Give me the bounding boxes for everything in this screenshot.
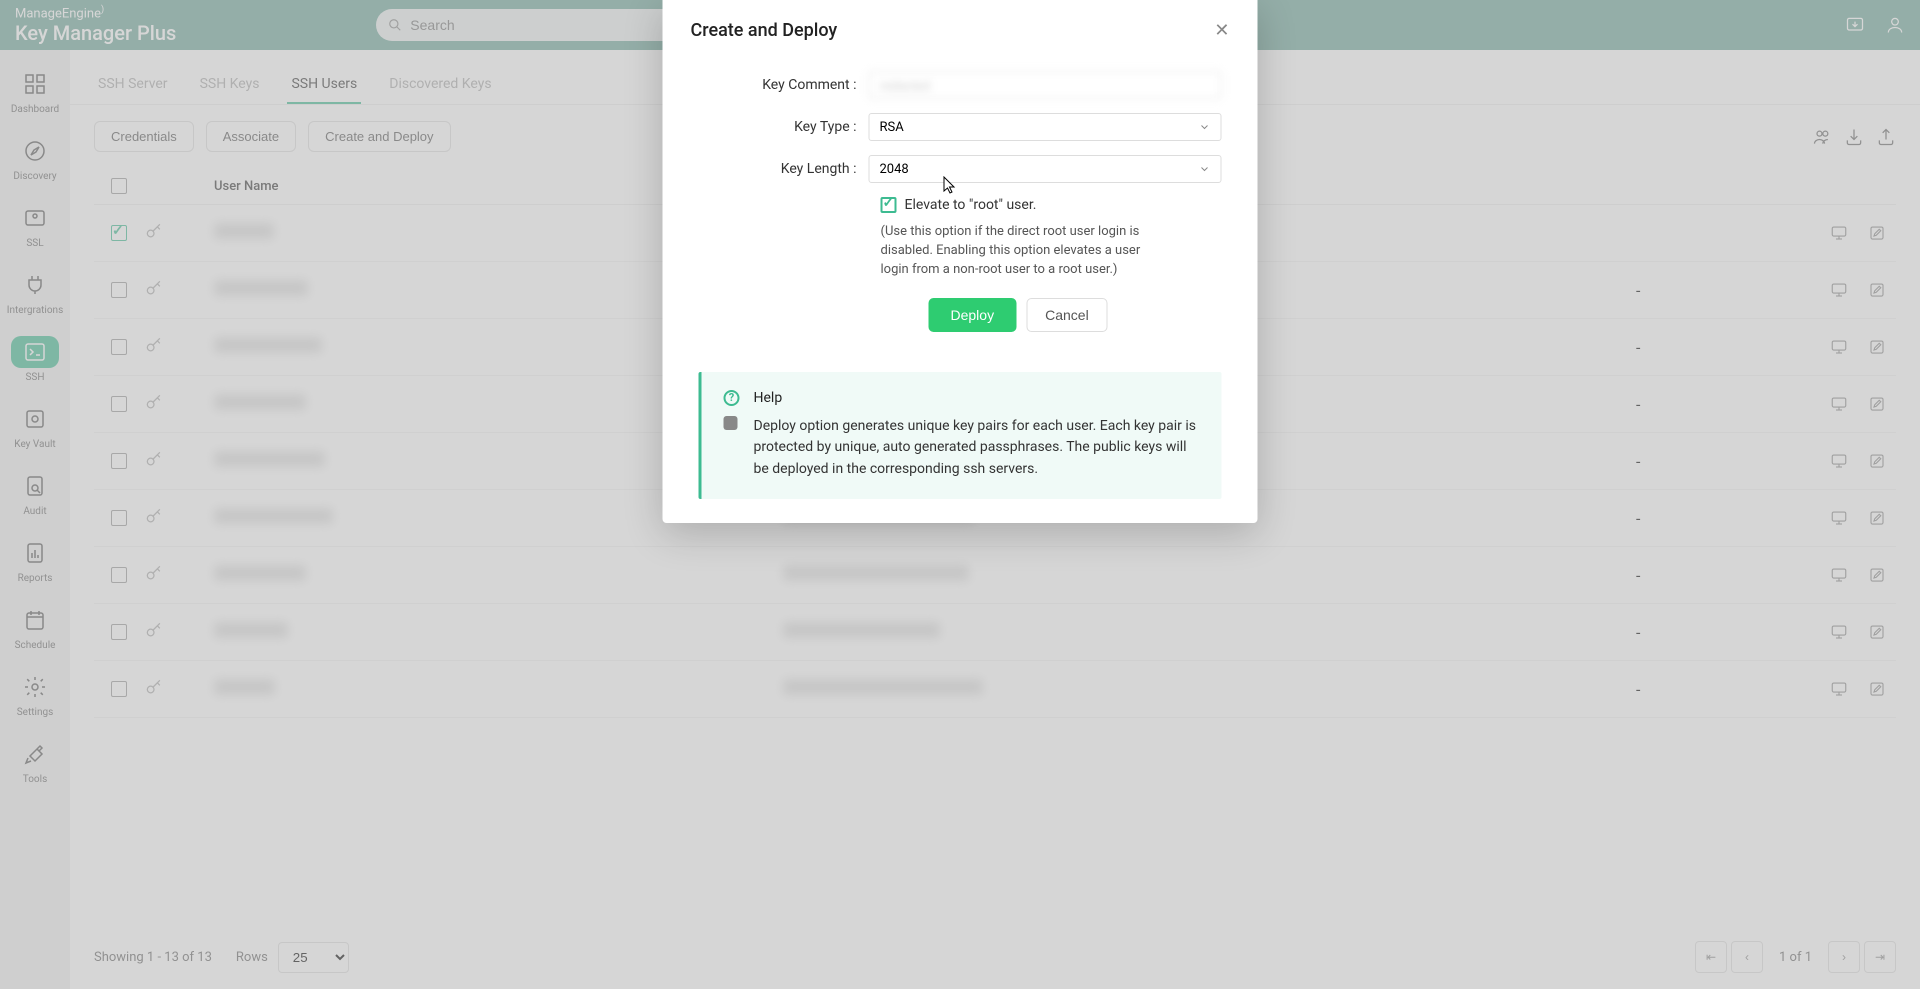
close-icon[interactable]: ✕	[1214, 20, 1229, 41]
cancel-button[interactable]: Cancel	[1026, 298, 1108, 332]
help-icon: ?	[724, 390, 740, 406]
help-box: ? Help Deploy option generates unique ke…	[699, 372, 1222, 499]
key-type-label: Key Type	[699, 119, 869, 135]
key-comment-input[interactable]	[869, 71, 1222, 99]
key-length-select[interactable]: 2048	[869, 155, 1222, 183]
deploy-button[interactable]: Deploy	[929, 298, 1017, 332]
elevate-root-checkbox[interactable]	[881, 197, 897, 213]
elevate-root-description: (Use this option if the direct root user…	[881, 223, 1161, 280]
modal-title: Create and Deploy	[691, 20, 838, 41]
key-type-select[interactable]: RSA	[869, 113, 1222, 141]
chevron-down-icon	[1199, 163, 1211, 175]
create-deploy-modal: Create and Deploy ✕ Key Comment Key Type…	[663, 0, 1258, 523]
key-comment-label: Key Comment	[699, 77, 869, 93]
tip-icon	[724, 416, 738, 430]
help-title: Help	[754, 390, 1200, 406]
elevate-root-label: Elevate to "root" user.	[905, 197, 1037, 213]
chevron-down-icon	[1199, 121, 1211, 133]
key-length-label: Key Length	[699, 161, 869, 177]
help-description: Deploy option generates unique key pairs…	[754, 416, 1200, 481]
